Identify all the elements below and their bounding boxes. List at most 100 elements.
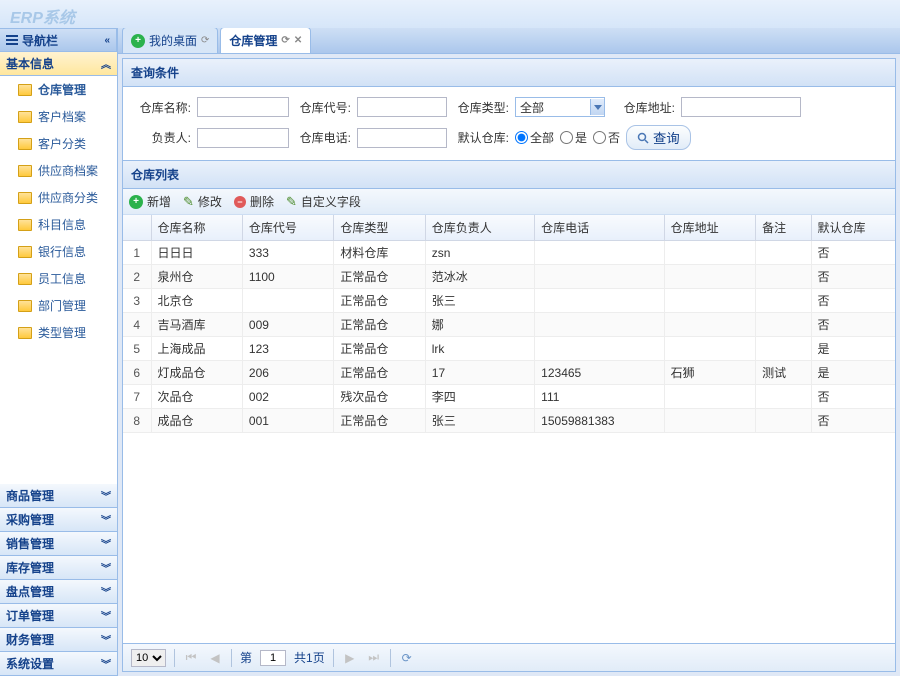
col-header[interactable]: 备注 [756,215,811,241]
folder-icon [18,111,32,123]
table-row[interactable]: 7次品仓002残次品仓李四111否 [123,385,895,409]
label-type: 仓库类型: [453,99,509,116]
input-owner[interactable] [197,128,289,148]
sidebar-tree: 仓库管理客户档案客户分类供应商档案供应商分类科目信息银行信息员工信息部门管理类型… [0,76,117,484]
sidebar-title: 导航栏 [22,32,58,49]
select-value: 全部 [520,99,544,116]
col-header[interactable]: 仓库名称 [151,215,242,241]
col-rownum [123,215,151,241]
sidebar-group-inventory[interactable]: 库存管理︾ [0,556,117,580]
col-header[interactable]: 仓库类型 [334,215,425,241]
chevron-down-icon: ︾ [101,656,111,671]
sidebar-group-basic[interactable]: 基本信息 ︽ [0,52,117,76]
sidebar-item-label: 仓库管理 [38,81,86,98]
sidebar-item[interactable]: 科目信息 [0,211,117,238]
sidebar-group-orders[interactable]: 订单管理︾ [0,604,117,628]
first-page-button[interactable]: ⏮ [183,650,199,666]
total-pages: 共1页 [294,649,325,666]
chevron-down-icon: ︾ [101,536,111,551]
table-row[interactable]: 1日日日333材料仓库zsn否 [123,241,895,265]
tab-desktop[interactable]: + 我的桌面 ⟳ [122,28,218,53]
sidebar-item[interactable]: 部门管理 [0,292,117,319]
list-icon [6,34,18,46]
table-row[interactable]: 8成品仓001正常品仓张三15059881383否 [123,409,895,433]
sidebar-title-bar: 导航栏 « [0,28,117,52]
input-addr[interactable] [681,97,801,117]
sidebar-group-finance[interactable]: 财务管理︾ [0,628,117,652]
search-button[interactable]: 查询 [626,125,691,150]
refresh-button[interactable]: ⟳ [399,650,415,666]
sidebar-item[interactable]: 供应商档案 [0,157,117,184]
folder-icon [18,300,32,312]
sidebar-item[interactable]: 仓库管理 [0,76,117,103]
grid-scroll[interactable]: 仓库名称仓库代号仓库类型仓库负责人仓库电话仓库地址备注默认仓库 1日日日333材… [123,215,895,643]
list-panel-title: 仓库列表 [123,161,895,189]
table-row[interactable]: 4吉马酒库009正常品仓娜否 [123,313,895,337]
search-panel-title: 查询条件 [123,59,895,87]
sidebar-group-goods[interactable]: 商品管理︾ [0,484,117,508]
input-phone[interactable] [357,128,447,148]
pager: 10 ⏮ ◀ 第 共1页 ▶ ⏭ ⟳ [123,643,895,671]
tab-strip: + 我的桌面 ⟳ 仓库管理 ⟳ ✕ [118,28,900,54]
folder-icon [18,327,32,339]
folder-icon [18,165,32,177]
sidebar-item-label: 供应商档案 [38,162,98,179]
input-code[interactable] [357,97,447,117]
refresh-icon[interactable]: ⟳ [281,35,289,46]
col-header[interactable]: 仓库代号 [242,215,333,241]
minus-icon: − [234,196,246,208]
tab-label: 仓库管理 [229,32,277,49]
sidebar-item[interactable]: 供应商分类 [0,184,117,211]
sidebar-group-stocktake[interactable]: 盘点管理︾ [0,580,117,604]
table-row[interactable]: 2泉州仓1100正常品仓范冰冰否 [123,265,895,289]
next-page-button[interactable]: ▶ [342,650,358,666]
folder-icon [18,246,32,258]
prev-page-button[interactable]: ◀ [207,650,223,666]
col-header[interactable]: 仓库电话 [535,215,664,241]
close-icon[interactable]: ✕ [294,35,302,46]
delete-button[interactable]: −删除 [234,193,274,210]
sidebar-item-label: 员工信息 [38,270,86,287]
app-logo: ERP系统 [10,10,75,27]
col-header[interactable]: 仓库地址 [664,215,755,241]
sidebar-group-purchase[interactable]: 采购管理︾ [0,508,117,532]
chevron-down-icon: ︾ [101,560,111,575]
sidebar-group-settings[interactable]: 系统设置︾ [0,652,117,676]
add-button[interactable]: +新增 [129,193,171,210]
app-header: ERP系统 [0,0,900,28]
custom-fields-button[interactable]: ✎自定义字段 [286,193,361,210]
sidebar-item[interactable]: 客户档案 [0,103,117,130]
search-icon [637,132,649,144]
tab-warehouse[interactable]: 仓库管理 ⟳ ✕ [220,28,311,53]
radio-yes[interactable]: 是 [560,129,587,146]
input-name[interactable] [197,97,289,117]
main-layout: 导航栏 « 基本信息 ︽ 仓库管理客户档案客户分类供应商档案供应商分类科目信息银… [0,28,900,676]
radio-no[interactable]: 否 [593,129,620,146]
refresh-icon[interactable]: ⟳ [201,35,209,46]
page-size-select[interactable]: 10 [131,649,166,667]
select-type[interactable]: 全部 [515,97,605,117]
col-header[interactable]: 仓库负责人 [425,215,534,241]
sidebar-item[interactable]: 员工信息 [0,265,117,292]
radio-all[interactable]: 全部 [515,129,554,146]
table-row[interactable]: 6灯成品仓206正常品仓17123465石狮测试是 [123,361,895,385]
chevron-up-icon: ︽ [101,56,111,71]
sidebar-item[interactable]: 客户分类 [0,130,117,157]
sidebar-group-sales[interactable]: 销售管理︾ [0,532,117,556]
sidebar-item-label: 部门管理 [38,297,86,314]
label-owner: 负责人: [135,129,191,146]
table-row[interactable]: 5上海成品123正常品仓lrk是 [123,337,895,361]
dropdown-arrow-icon [590,99,604,115]
table-row[interactable]: 3北京仓正常品仓张三否 [123,289,895,313]
tab-label: 我的桌面 [149,32,197,49]
col-header[interactable]: 默认仓库 [811,215,895,241]
pencil-icon: ✎ [286,194,297,210]
page-input[interactable] [260,650,286,666]
edit-button[interactable]: ✎修改 [183,193,222,210]
sidebar-item[interactable]: 类型管理 [0,319,117,346]
chevron-down-icon: ︾ [101,608,111,623]
collapse-icon[interactable]: « [104,35,110,46]
chevron-down-icon: ︾ [101,632,111,647]
last-page-button[interactable]: ⏭ [366,650,382,666]
sidebar-item[interactable]: 银行信息 [0,238,117,265]
